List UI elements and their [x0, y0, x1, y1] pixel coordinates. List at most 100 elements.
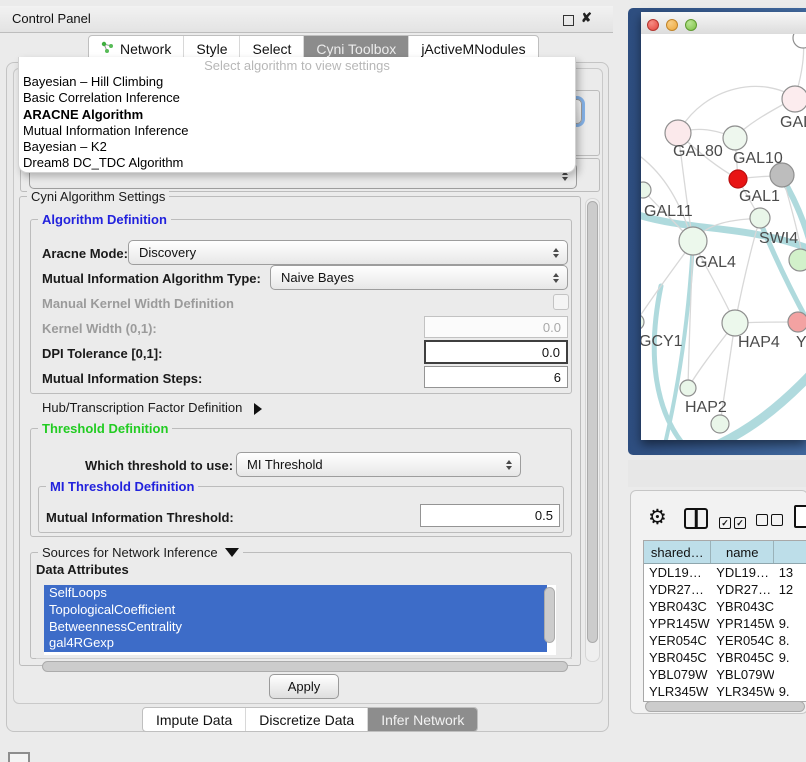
aracne-mode-combobox[interactable]: Discovery	[128, 240, 568, 265]
table-row[interactable]: YDL19…YDL19…13	[644, 564, 806, 581]
node-label-hap4: HAP4	[738, 334, 780, 352]
manual-kernel-checkbox[interactable]	[553, 294, 569, 310]
mi-threshold-input[interactable]: 0.5	[420, 504, 560, 527]
gear-icon[interactable]: ⚙	[648, 505, 667, 530]
node-label-hap2: HAP2	[685, 399, 727, 417]
columns-icon[interactable]	[684, 508, 708, 529]
network-node-gal[interactable]	[782, 86, 806, 112]
tab-impute-data-label: Impute Data	[156, 712, 232, 728]
algorithm-definition-legend: Algorithm Definition	[38, 212, 171, 227]
network-node-hap2[interactable]	[680, 380, 696, 396]
hub-definition-label: Hub/Transcription Factor Definition	[42, 400, 242, 415]
kernel-width-label: Kernel Width (0,1):	[42, 321, 157, 336]
list-item-betweennesscentrality[interactable]: BetweennessCentrality	[44, 619, 547, 636]
aracne-mode-label: Aracne Mode:	[42, 246, 128, 261]
expand-right-icon	[254, 403, 262, 415]
list-item-gal4rgexp[interactable]: gal4RGexp	[44, 635, 547, 652]
network-node[interactable]	[793, 34, 806, 48]
settings-scrollbar[interactable]	[585, 198, 600, 662]
network-canvas[interactable]: GALGAL80GAL10GAL11GAL1SWI4GAL4GCY1HAP4YH…	[641, 34, 806, 440]
network-node-y[interactable]	[788, 312, 806, 332]
kernel-width-value: 0.0	[543, 320, 561, 335]
table-row[interactable]: YLR345WYLR345W9.	[644, 683, 806, 700]
horizontal-scrollbar[interactable]	[36, 658, 572, 672]
table-row[interactable]: YER054CYER054C8.	[644, 632, 806, 649]
hub-definition-expander[interactable]: Hub/Transcription Factor Definition	[42, 400, 262, 415]
tab-infer-network-label: Infer Network	[381, 712, 464, 728]
cyni-bottom-tabs: Impute Data Discretize Data Infer Networ…	[142, 707, 478, 732]
settings-scrollbar-thumb[interactable]	[587, 201, 598, 643]
popup-item-dream8[interactable]: Dream8 DC_TDC Algorithm	[19, 155, 575, 171]
horizontal-scrollbar-thumb[interactable]	[42, 661, 568, 672]
popup-item-mutual-information[interactable]: Mutual Information Inference	[19, 123, 575, 139]
dpi-tolerance-label: DPI Tolerance [0,1]:	[42, 346, 162, 361]
collapse-down-icon[interactable]	[225, 548, 239, 557]
network-node-gal10[interactable]	[723, 126, 747, 150]
kernel-width-input[interactable]: 0.0	[424, 316, 568, 338]
deselect-all-checkboxes-icon[interactable]	[756, 513, 783, 531]
popup-item-basic-correlation[interactable]: Basic Correlation Inference	[19, 90, 575, 106]
mi-type-value: Naive Bayes	[281, 270, 354, 285]
aracne-mode-value: Discovery	[139, 245, 196, 260]
new-table-icon[interactable]	[794, 505, 806, 528]
node-attribute-table: shared… name YDL19…YDL19…13 YDR27…YDR27……	[643, 540, 806, 702]
tab-infer-network[interactable]: Infer Network	[367, 708, 477, 731]
column-header-clipped[interactable]	[774, 541, 806, 563]
threshold-definition-legend: Threshold Definition	[38, 421, 172, 436]
node-label-gal4: GAL4	[695, 254, 736, 272]
dpi-tolerance-value: 0.0	[542, 345, 560, 360]
apply-button[interactable]: Apply	[269, 674, 339, 699]
node-label-gal1: GAL1	[739, 188, 780, 206]
network-node-hap4[interactable]	[722, 310, 748, 336]
select-all-checkboxes-icon[interactable]: ✓✓	[719, 513, 746, 531]
tab-select-label: Select	[252, 41, 291, 57]
network-node[interactable]	[711, 415, 729, 433]
network-icon	[101, 41, 114, 57]
table-horizontal-scrollbar[interactable]	[643, 700, 806, 712]
minimized-panel-icon[interactable]	[8, 752, 30, 762]
mac-close-icon[interactable]	[647, 19, 659, 31]
table-row[interactable]: YPR145WYPR145W9.	[644, 615, 806, 632]
network-node[interactable]	[729, 170, 747, 188]
node-label-gal80: GAL80	[673, 143, 723, 161]
which-threshold-combobox[interactable]: MI Threshold	[236, 452, 521, 477]
table-row[interactable]: YBR043CYBR043C	[644, 598, 806, 615]
network-node-swi4[interactable]	[789, 249, 806, 271]
network-window-titlebar[interactable]	[641, 12, 806, 35]
popup-item-bayesian-hill-climbing[interactable]: Bayesian – Hill Climbing	[19, 74, 575, 90]
float-window-icon[interactable]	[563, 15, 574, 26]
popup-item-bayesian-k2[interactable]: Bayesian – K2	[19, 139, 575, 155]
column-header-shared[interactable]: shared…	[644, 541, 711, 563]
mi-type-combobox[interactable]: Naive Bayes	[270, 265, 568, 290]
column-header-name[interactable]: name	[711, 541, 774, 563]
list-item-topologicalcoefficient[interactable]: TopologicalCoefficient	[44, 602, 547, 619]
combo-arrows-icon	[553, 273, 559, 283]
network-node-gal1[interactable]	[750, 208, 770, 228]
screen: Control Panel ✘ Network Style Select Cyn…	[0, 0, 806, 762]
mi-steps-input[interactable]: 6	[424, 366, 568, 388]
close-icon[interactable]: ✘	[581, 10, 592, 26]
popup-item-aracne[interactable]: ARACNE Algorithm	[19, 107, 575, 123]
popup-placeholder: Select algorithm to view settings	[19, 57, 575, 74]
network-node-gal4[interactable]	[679, 227, 707, 255]
network-node-gal11[interactable]	[641, 182, 651, 198]
which-threshold-label: Which threshold to use:	[85, 458, 233, 473]
mac-minimize-icon[interactable]	[666, 19, 678, 31]
tab-discretize-data[interactable]: Discretize Data	[245, 708, 367, 731]
sources-legend: Sources for Network Inference	[38, 545, 243, 560]
table-row[interactable]: YDR27…YDR27…12	[644, 581, 806, 598]
list-item-selfloops[interactable]: SelfLoops	[44, 585, 547, 602]
mi-threshold-legend: MI Threshold Definition	[46, 479, 198, 494]
attribute-list-scrollbar-thumb[interactable]	[544, 587, 555, 643]
tab-impute-data[interactable]: Impute Data	[143, 708, 245, 731]
table-horizontal-scrollbar-thumb[interactable]	[645, 701, 805, 712]
mac-zoom-icon[interactable]	[685, 19, 697, 31]
table-row[interactable]: YBL079WYBL079W	[644, 666, 806, 683]
apply-button-label: Apply	[288, 679, 321, 694]
mi-type-label: Mutual Information Algorithm Type:	[42, 271, 261, 286]
algorithm-dropdown-popup: Select algorithm to view settings Bayesi…	[18, 57, 576, 173]
mi-threshold-label: Mutual Information Threshold:	[46, 510, 234, 525]
network-node-gcy1[interactable]	[641, 314, 644, 330]
table-row[interactable]: YBR045CYBR045C9.	[644, 649, 806, 666]
dpi-tolerance-input[interactable]: 0.0	[424, 340, 568, 364]
